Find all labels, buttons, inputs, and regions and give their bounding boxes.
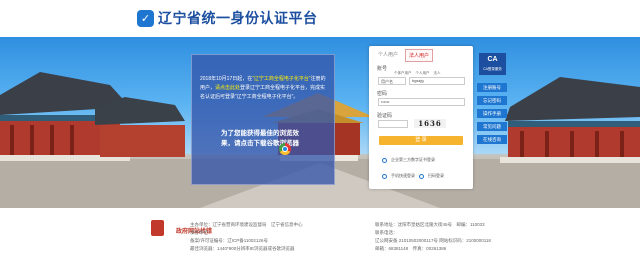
- chrome-browser-icon[interactable]: [279, 143, 291, 155]
- site-footer: 政府网站找错 主办单位：辽宁省营商环境建设监督局 辽宁省信息中心 承办单位： 备…: [0, 208, 640, 273]
- side-link-faq[interactable]: 常见问题: [477, 122, 507, 131]
- captcha-image[interactable]: 1636: [414, 119, 446, 128]
- side-link-register[interactable]: 注册账号: [477, 83, 507, 92]
- site-header: ✓ 辽宁省统一身份认证平台: [0, 0, 640, 37]
- party-emblem-icon[interactable]: [151, 220, 164, 236]
- side-link-consult[interactable]: 在线咨询: [477, 135, 507, 144]
- password-input[interactable]: ••••••: [378, 98, 465, 106]
- tab-personal-user[interactable]: 个人用户: [375, 49, 401, 62]
- radio-individual-business[interactable]: 个体户用户: [394, 71, 412, 76]
- footer-contact-info: 联系地址：沈阳市皇姑区北陵大街45号 邮编：110033 联系电话： 辽公网安备…: [375, 222, 491, 251]
- captcha-input[interactable]: [378, 120, 408, 128]
- phone-icon: [382, 173, 387, 179]
- link-certificate-login[interactable]: 企业第三方数字证书登录: [391, 157, 435, 163]
- site-logo[interactable]: ✓ 辽宁省统一身份认证平台: [137, 8, 318, 28]
- radio-legal[interactable]: 法人: [434, 71, 441, 76]
- side-link-manual[interactable]: 操作手册: [477, 109, 507, 118]
- site-title: 辽宁省统一身份认证平台: [158, 10, 318, 26]
- side-link-forgot-password[interactable]: 忘记密码: [477, 96, 507, 105]
- radio-personal[interactable]: 个人用户: [416, 71, 430, 76]
- qr-code-icon: [419, 173, 424, 179]
- link-phone-login[interactable]: 手机快速登录: [391, 173, 415, 179]
- account-label: 账号: [377, 66, 388, 72]
- login-button[interactable]: 登 录: [379, 136, 463, 145]
- login-panel: 个人用户 法人用户 账号 个体户用户 个人用户 法人 用户名 hgszjg 密码…: [369, 46, 473, 189]
- captcha-label: 验证码: [377, 113, 393, 119]
- password-label: 密码: [377, 91, 388, 97]
- account-type-radios[interactable]: 个体户用户 个人用户 法人: [394, 71, 441, 76]
- shield-check-icon: ✓: [137, 9, 154, 27]
- footer-sponsor-info: 主办单位：辽宁省营商环境建设监督局 辽宁省信息中心 承办单位： 备案/许可证编号…: [190, 222, 303, 251]
- notice-text: 2018年10月17日起，在“辽宁工商全程电子化平台”注册的用户，请点击此处登录…: [200, 76, 326, 100]
- notice-click-link[interactable]: 请点击此处: [215, 85, 240, 91]
- tab-legal-user[interactable]: 法人用户: [405, 49, 434, 62]
- login-type-select[interactable]: 用户名: [378, 77, 406, 85]
- notice-panel: 2018年10月17日起，在“辽宁工商全程电子化平台”注册的用户，请点击此处登录…: [191, 54, 335, 185]
- link-qr-login[interactable]: 扫码登录: [428, 173, 444, 179]
- certificate-icon: [382, 157, 387, 163]
- account-input[interactable]: hgszjg: [409, 77, 465, 85]
- ca-login-label: CA登录服务: [483, 67, 502, 71]
